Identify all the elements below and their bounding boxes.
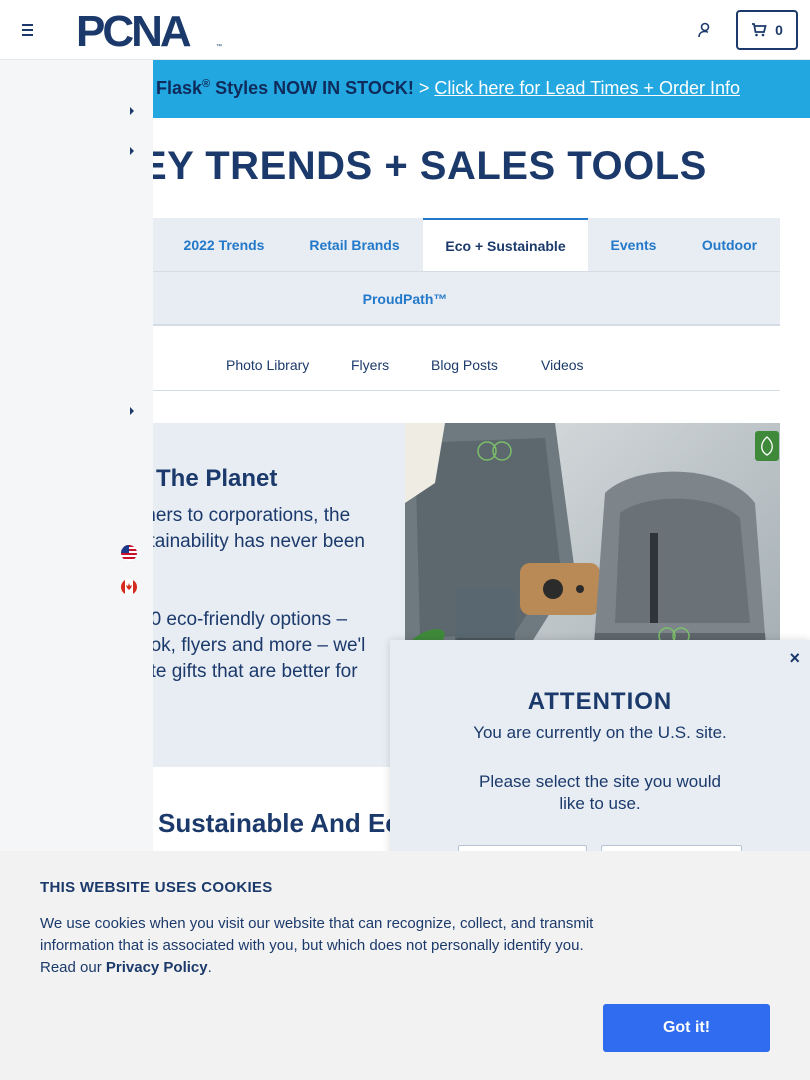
subnav-photo-library[interactable]: Photo Library bbox=[226, 357, 309, 373]
shopping-cart-icon bbox=[752, 23, 767, 37]
banner-separator: > bbox=[413, 78, 435, 98]
feature-line: stainability has never been bbox=[140, 531, 365, 552]
tab-retail-brands[interactable]: Retail Brands bbox=[286, 218, 423, 272]
cart-count: 0 bbox=[775, 22, 783, 38]
tab-eco-sustainable[interactable]: Eco + Sustainable bbox=[423, 218, 588, 272]
tab-outdoor[interactable]: Outdoor bbox=[679, 218, 780, 272]
user-account-icon[interactable] bbox=[696, 21, 714, 39]
tab-events[interactable]: Events bbox=[588, 218, 679, 272]
feature-heading: r The Planet bbox=[140, 465, 278, 492]
svg-text:PCNA: PCNA bbox=[76, 10, 191, 50]
lead-times-link[interactable]: Click here for Lead Times + Order Info bbox=[434, 78, 740, 98]
cookie-text: We use cookies when you visit our websit… bbox=[40, 913, 610, 979]
svg-text:™: ™ bbox=[216, 43, 222, 50]
tab-2022-trends[interactable]: 2022 Trends bbox=[162, 218, 286, 272]
close-icon[interactable]: × bbox=[789, 648, 800, 669]
us-flag-icon[interactable] bbox=[121, 545, 137, 561]
cookie-title: THIS WEBSITE USES COOKIES bbox=[40, 879, 273, 896]
resource-subnav: Photo Library Flyers Blog Posts Videos bbox=[140, 340, 780, 391]
feature-line: 50 eco-friendly options – bbox=[140, 609, 348, 630]
cookie-banner: THIS WEBSITE USES COOKIES We use cookies… bbox=[0, 851, 810, 1080]
site-header: PCNA ™ 0 bbox=[0, 0, 810, 60]
caret-right-icon[interactable] bbox=[128, 106, 136, 116]
page: PCNA ™ 0 o Flask® Styles NOW IN STOCK! >… bbox=[0, 0, 810, 1080]
hamburger-menu-icon[interactable] bbox=[19, 20, 37, 40]
canada-flag-icon[interactable] bbox=[121, 579, 137, 595]
banner-reg-mark: ® bbox=[202, 78, 211, 90]
modal-line2: Please select the site you would like to… bbox=[479, 772, 721, 813]
tab-proudpath[interactable]: ProudPath™ bbox=[140, 272, 670, 326]
pcna-logo[interactable]: PCNA ™ bbox=[76, 10, 224, 50]
category-tabs: 2022 Trends Retail Brands Eco + Sustaina… bbox=[140, 218, 780, 326]
site-select-modal: × ATTENTION You are currently on the U.S… bbox=[390, 640, 810, 885]
banner-rest: Styles NOW IN STOCK! bbox=[210, 78, 414, 98]
subnav-flyers[interactable]: Flyers bbox=[351, 357, 389, 373]
caret-right-icon[interactable] bbox=[128, 406, 136, 416]
page-title: EY TRENDS + SALES TOOLS bbox=[140, 144, 707, 188]
cart-button[interactable]: 0 bbox=[736, 10, 798, 50]
modal-title: ATTENTION bbox=[527, 688, 673, 715]
accept-cookies-button[interactable]: Got it! bbox=[603, 1004, 770, 1052]
cookie-period: . bbox=[207, 959, 212, 976]
modal-line1: You are currently on the U.S. site. bbox=[473, 723, 727, 742]
subnav-blog-posts[interactable]: Blog Posts bbox=[431, 357, 498, 373]
subnav-videos[interactable]: Videos bbox=[541, 357, 584, 373]
banner-text: o Flask® Styles NOW IN STOCK! > Click he… bbox=[140, 78, 740, 99]
privacy-policy-link[interactable]: Privacy Policy bbox=[106, 959, 208, 976]
feature-line: ook, flyers and more – we'l bbox=[140, 635, 366, 656]
feature-line: mers to corporations, the bbox=[140, 505, 351, 526]
feature-line: ate gifts that are better for bbox=[140, 661, 358, 682]
section-heading: Sustainable And Ec bbox=[158, 808, 400, 838]
caret-right-icon[interactable] bbox=[128, 146, 136, 156]
